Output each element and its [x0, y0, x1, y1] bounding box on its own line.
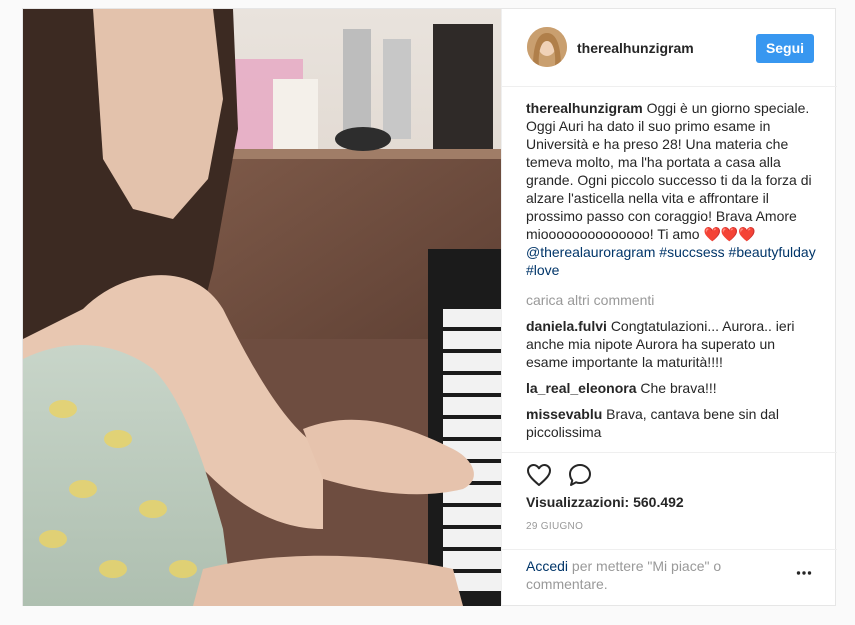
- views-label: Visualizzazioni:: [526, 494, 630, 510]
- caption-hashtag[interactable]: #succsess: [659, 244, 724, 260]
- post-image: [23, 9, 501, 606]
- post-card: therealhunzigram Segui therealhunzigram …: [22, 8, 837, 606]
- heart-outline-icon[interactable]: [526, 463, 552, 487]
- views-value: 560.492: [633, 494, 684, 510]
- comment-item: missevablu Brava, cantava bene sin dal p…: [526, 405, 818, 441]
- comment-item: la_real_eleonora Che brava!!!: [526, 379, 818, 397]
- caption-mention[interactable]: @therealauroragram: [526, 244, 655, 260]
- comment-username[interactable]: missevablu: [526, 406, 602, 422]
- views-count: Visualizzazioni: 560.492: [526, 494, 684, 510]
- caption-hashtag[interactable]: #love: [526, 262, 559, 278]
- actions-divider: [502, 452, 837, 453]
- header-username[interactable]: therealhunzigram: [577, 40, 694, 56]
- comment-username[interactable]: la_real_eleonora: [526, 380, 637, 396]
- comment-username[interactable]: daniela.fulvi: [526, 318, 607, 334]
- post-sidebar: therealhunzigram Segui therealhunzigram …: [501, 9, 837, 606]
- comment-text: Che brava!!!: [640, 380, 717, 396]
- comments-list[interactable]: therealhunzigram Oggi è un giorno specia…: [526, 99, 818, 449]
- speech-bubble-icon[interactable]: [567, 462, 593, 488]
- caption-hearts: ❤️❤️❤️: [703, 226, 756, 242]
- login-prompt: Accedi per mettere "Mi piace" o commenta…: [526, 557, 756, 593]
- login-link[interactable]: Accedi: [526, 558, 568, 574]
- more-options-icon[interactable]: [796, 570, 812, 576]
- caption: therealhunzigram Oggi è un giorno specia…: [526, 99, 818, 279]
- caption-text: Oggi è un giorno speciale. Oggi Auri ha …: [526, 100, 812, 242]
- post-header: therealhunzigram Segui: [502, 9, 837, 87]
- load-more-comments[interactable]: carica altri commenti: [526, 291, 818, 309]
- avatar-image: [527, 27, 567, 67]
- follow-button[interactable]: Segui: [756, 34, 814, 63]
- post-date[interactable]: 29 GIUGNO: [526, 521, 583, 532]
- comment-item: daniela.fulvi Congtatulazioni... Aurora.…: [526, 317, 818, 371]
- post-photo[interactable]: [23, 9, 501, 606]
- caption-username[interactable]: therealhunzigram: [526, 100, 643, 116]
- login-divider: [502, 549, 837, 550]
- avatar[interactable]: [527, 27, 567, 67]
- caption-hashtag[interactable]: #beautyfulday: [729, 244, 816, 260]
